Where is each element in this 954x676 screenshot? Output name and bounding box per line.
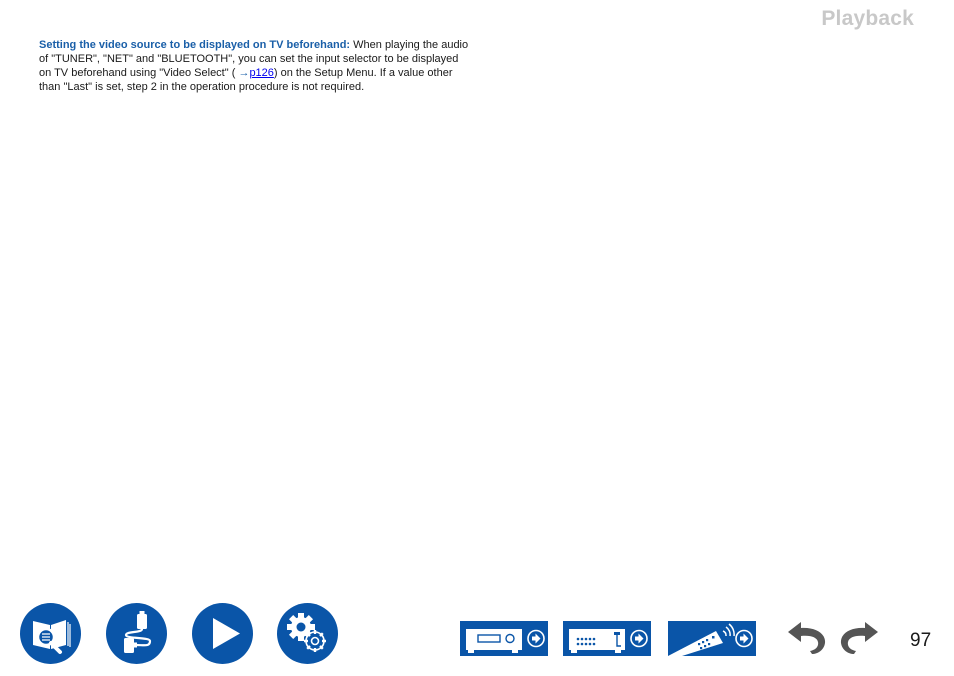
back-button[interactable]: [788, 620, 828, 656]
connections-icon: [124, 611, 152, 653]
undo-arrow-icon: [788, 622, 826, 654]
section-title: Playback: [821, 7, 914, 30]
setup-icon: [287, 613, 326, 652]
xref-arrow: →: [238, 67, 250, 79]
playback-icon: [213, 618, 240, 649]
contents-search-icon: [33, 620, 71, 654]
redo-arrow-icon: [840, 622, 878, 654]
remote-icon: [668, 623, 753, 656]
page-number: 97: [910, 630, 932, 651]
rear-panel-button[interactable]: [563, 621, 651, 656]
contents-button[interactable]: [20, 603, 81, 664]
front-panel-button[interactable]: [460, 621, 548, 656]
setup-button[interactable]: [277, 603, 338, 664]
page-link-p126[interactable]: p126: [249, 67, 273, 79]
connections-button[interactable]: [106, 603, 167, 664]
rear-panel-icon: [569, 629, 648, 653]
note-paragraph: Setting the video source to be displayed…: [39, 38, 469, 94]
note-lead: Setting the video source to be displayed…: [39, 39, 351, 51]
front-panel-icon: [466, 629, 545, 653]
forward-button[interactable]: [838, 620, 878, 656]
playback-button[interactable]: [192, 603, 253, 664]
remote-button[interactable]: [668, 621, 756, 656]
